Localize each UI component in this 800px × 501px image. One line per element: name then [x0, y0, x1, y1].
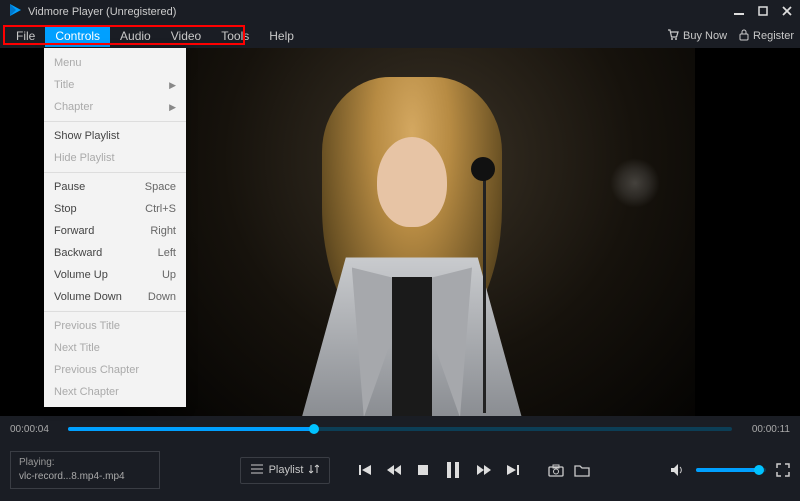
- dropdown-item: Next Chapter: [44, 381, 186, 403]
- sort-icon: [309, 464, 319, 477]
- buy-now-button[interactable]: Buy Now: [667, 29, 727, 44]
- menu-video[interactable]: Video: [161, 25, 211, 47]
- dropdown-shortcut: Space: [145, 181, 176, 193]
- register-label: Register: [753, 30, 794, 42]
- dropdown-item-label: Previous Chapter: [54, 364, 139, 376]
- dropdown-item: Next Title: [44, 337, 186, 359]
- now-playing-file: vlc-record...8.mp4-.mp4: [19, 470, 151, 484]
- dropdown-item-label: Volume Down: [54, 291, 122, 303]
- fast-forward-button[interactable]: [476, 463, 492, 477]
- dropdown-item-label: Hide Playlist: [54, 152, 115, 164]
- menu-tools[interactable]: Tools: [211, 25, 259, 47]
- open-folder-button[interactable]: [574, 463, 590, 477]
- controls-dropdown: Menu Title ▶ Chapter ▶ Show Playlist Hide Play…: [44, 48, 186, 407]
- dropdown-item-label: Chapter: [54, 101, 93, 113]
- buy-now-label: Buy Now: [683, 30, 727, 42]
- dropdown-item[interactable]: Backward Left: [44, 242, 186, 264]
- dropdown-item: Previous Chapter: [44, 359, 186, 381]
- fullscreen-button[interactable]: [776, 463, 790, 477]
- now-playing-box: Playing: vlc-record...8.mp4-.mp4: [10, 451, 160, 489]
- next-track-button[interactable]: [506, 463, 520, 477]
- volume-icon[interactable]: [670, 463, 686, 477]
- dropdown-item-label: Previous Title: [54, 320, 120, 332]
- menu-file[interactable]: File: [6, 25, 45, 47]
- menu-bar: File Controls Audio Video Tools Help: [6, 25, 304, 47]
- dropdown-item-label: Next Title: [54, 342, 100, 354]
- dropdown-item[interactable]: Stop Ctrl+S: [44, 198, 186, 220]
- chevron-right-icon: ▶: [169, 102, 176, 113]
- dropdown-item: Menu: [44, 52, 186, 74]
- menu-controls[interactable]: Controls: [45, 25, 110, 47]
- volume-thumb[interactable]: [754, 465, 764, 475]
- chevron-right-icon: ▶: [169, 80, 176, 91]
- dropdown-shortcut: Left: [158, 247, 176, 259]
- dropdown-item-label: Next Chapter: [54, 386, 119, 398]
- menu-help[interactable]: Help: [259, 25, 304, 47]
- dropdown-separator: [44, 121, 186, 122]
- seek-thumb[interactable]: [309, 424, 319, 434]
- menu-audio[interactable]: Audio: [110, 25, 161, 47]
- dropdown-item-label: Show Playlist: [54, 130, 119, 142]
- dropdown-item-label: Stop: [54, 203, 77, 215]
- app-logo-icon: [8, 3, 22, 22]
- volume-fill: [696, 468, 759, 472]
- cart-icon: [667, 29, 679, 44]
- close-button[interactable]: [782, 5, 792, 19]
- dropdown-item-label: Title: [54, 79, 74, 91]
- list-icon: [251, 464, 263, 477]
- dropdown-shortcut: Down: [148, 291, 176, 303]
- time-elapsed: 00:00:04: [10, 424, 58, 435]
- dropdown-item[interactable]: Volume Down Down: [44, 286, 186, 308]
- playlist-label: Playlist: [269, 464, 304, 476]
- dropdown-shortcut: Ctrl+S: [145, 203, 176, 215]
- seek-slider[interactable]: [68, 427, 732, 431]
- dropdown-item-label: Pause: [54, 181, 85, 193]
- dropdown-item[interactable]: Forward Right: [44, 220, 186, 242]
- pause-button[interactable]: [444, 460, 462, 480]
- dropdown-item: Chapter ▶: [44, 96, 186, 118]
- dropdown-item[interactable]: Show Playlist: [44, 125, 186, 147]
- now-playing-label: Playing:: [19, 456, 151, 470]
- dropdown-shortcut: Up: [162, 269, 176, 281]
- prev-track-button[interactable]: [358, 463, 372, 477]
- seek-fill: [68, 427, 314, 431]
- stop-button[interactable]: [416, 463, 430, 477]
- volume-slider[interactable]: [696, 468, 766, 472]
- maximize-button[interactable]: [758, 5, 768, 19]
- dropdown-item-label: Volume Up: [54, 269, 108, 281]
- dropdown-item-label: Forward: [54, 225, 94, 237]
- window-title: Vidmore Player (Unregistered): [28, 6, 176, 18]
- time-total: 00:00:11: [742, 424, 790, 435]
- rewind-button[interactable]: [386, 463, 402, 477]
- dropdown-item: Previous Title: [44, 315, 186, 337]
- minimize-button[interactable]: [734, 5, 744, 19]
- dropdown-item: Title ▶: [44, 74, 186, 96]
- register-button[interactable]: Register: [739, 29, 794, 44]
- dropdown-item-label: Menu: [54, 57, 82, 69]
- video-frame: [105, 48, 695, 416]
- lock-icon: [739, 29, 749, 44]
- dropdown-item-label: Backward: [54, 247, 102, 259]
- playlist-button[interactable]: Playlist: [240, 457, 331, 484]
- dropdown-item[interactable]: Volume Up Up: [44, 264, 186, 286]
- dropdown-shortcut: Right: [150, 225, 176, 237]
- dropdown-separator: [44, 172, 186, 173]
- dropdown-item[interactable]: Pause Space: [44, 176, 186, 198]
- dropdown-separator: [44, 311, 186, 312]
- snapshot-button[interactable]: [548, 463, 564, 477]
- dropdown-item: Hide Playlist: [44, 147, 186, 169]
